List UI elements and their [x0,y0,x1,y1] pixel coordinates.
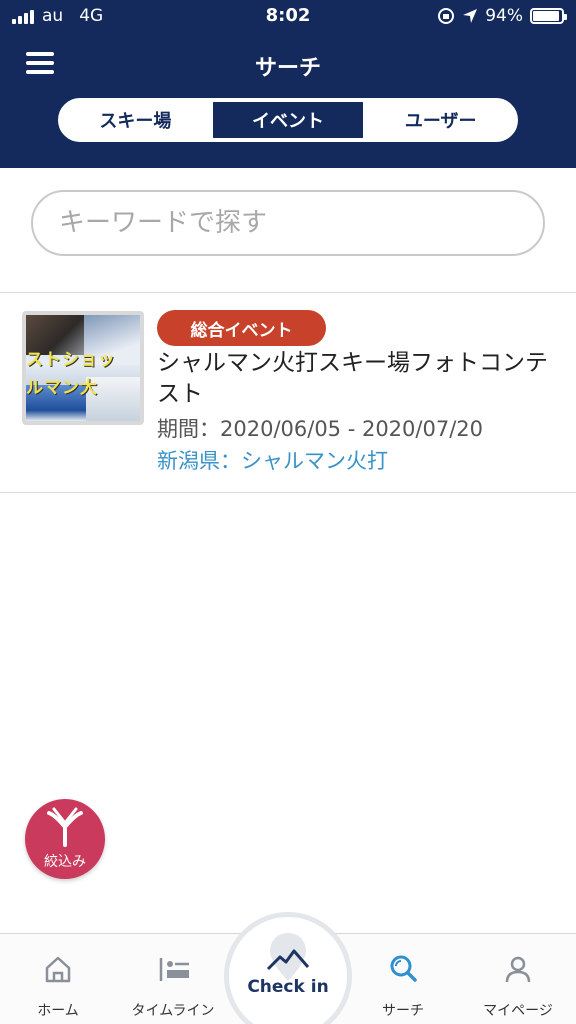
segment-ski-resort[interactable]: スキー場 [60,100,211,140]
tab-mypage-label: マイページ [483,1003,553,1019]
tab-home-label: ホーム [37,1003,79,1019]
battery-percent: 94% [485,6,523,26]
tab-timeline-label: タイムライン [131,1003,215,1019]
status-bar: au 4G 8:02 94% [0,0,576,34]
tab-search[interactable]: サーチ [345,934,461,1024]
orientation-lock-icon [438,8,455,24]
segment-control: スキー場 イベント ユーザー [58,98,518,142]
thumbnail-image: ストショッ ルマン大 [26,315,140,421]
user-icon [505,956,531,983]
filter-button[interactable]: 絞込み [25,799,105,879]
checkin-label: Check in [247,977,329,997]
location-arrow-icon [463,9,478,23]
timeline-icon [159,958,189,981]
segment-event[interactable]: イベント [210,100,366,140]
battery-fill [533,11,560,21]
event-location[interactable]: 新潟県：シャルマン火打 [157,445,388,475]
divider [0,492,576,493]
battery-icon [530,8,567,24]
event-period: 期間：2020/06/05 - 2020/07/20 [157,417,484,441]
filter-label: 絞込み [44,854,86,870]
segment-user[interactable]: ユーザー [365,100,516,140]
tab-search-label: サーチ [382,1003,424,1019]
checkin-button[interactable]: Check in [224,912,352,1024]
page-title: サーチ [254,56,321,81]
tab-timeline[interactable]: タイムライン [115,934,231,1024]
event-title: シャルマン火打スキー場フォトコンテスト [157,350,548,407]
search-input[interactable] [31,190,545,256]
event-thumbnail: ストショッ ルマン大 [22,311,144,425]
thumbnail-text-1: ストショッ [26,350,116,370]
event-category-badge: 総合イベント [157,310,326,346]
header: au 4G 8:02 94% サーチ スキー場 イベント ユーザー [0,0,576,168]
filter-y-icon [47,807,83,847]
tab-mypage[interactable]: マイページ [460,934,576,1024]
search-icon [390,955,417,982]
tab-home[interactable]: ホーム [0,934,116,1024]
home-icon [45,956,71,983]
list-item[interactable]: ストショッ ルマン大 総合イベント シャルマン火打スキー場フォトコンテスト 期間… [0,293,576,492]
thumbnail-text-2: ルマン大 [26,378,98,398]
status-right: 94% [437,6,567,26]
